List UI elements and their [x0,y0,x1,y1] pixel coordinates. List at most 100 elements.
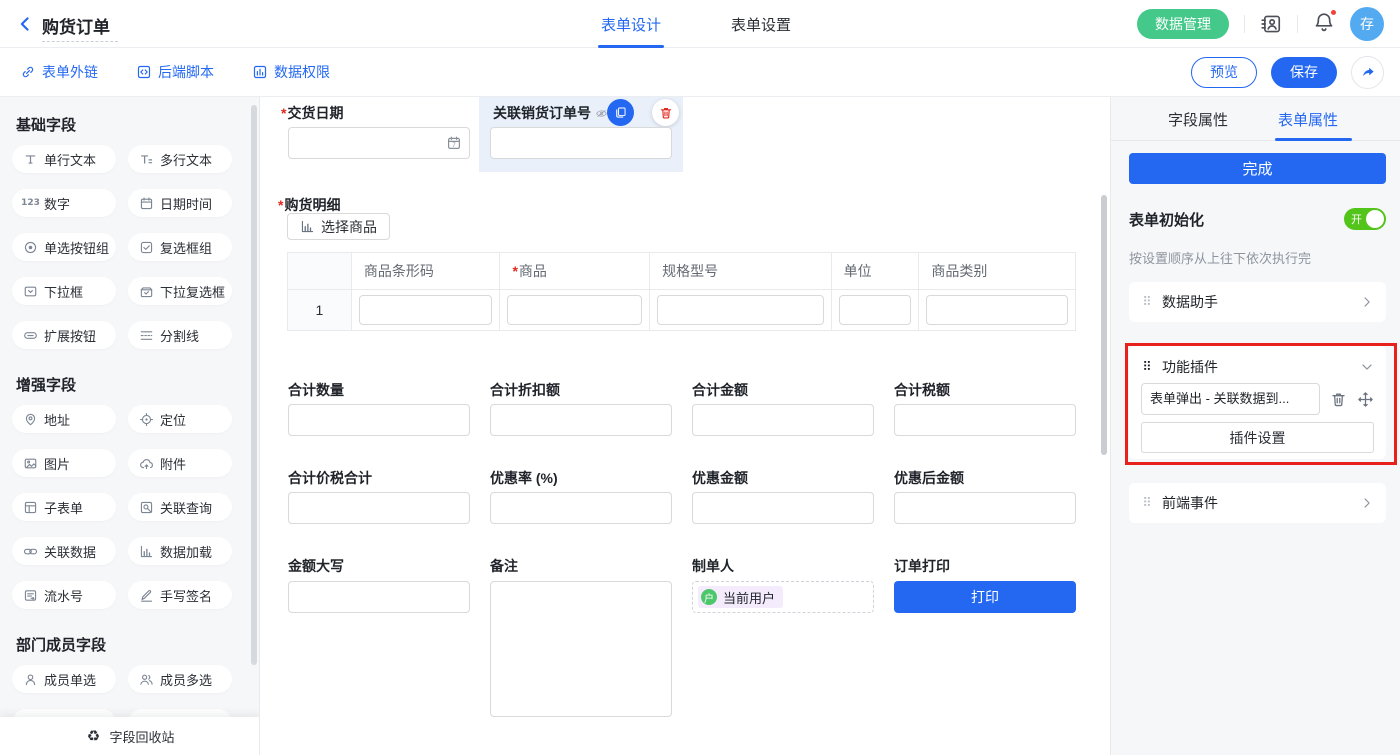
datetime-icon [139,196,154,211]
delivery-date-input[interactable] [288,127,470,159]
amount-words-input[interactable] [288,581,470,613]
sidebar-item-divider[interactable]: 分割线 [128,321,232,349]
total-amount-input[interactable] [692,404,874,436]
tab-form-design[interactable]: 表单设计 [601,14,661,35]
total-qty-input[interactable] [288,404,470,436]
card-data-assistant[interactable]: ⠿ 数据助手 [1129,282,1386,322]
sidebar-item-multi-text[interactable]: 多行文本 [128,145,232,173]
category-input[interactable] [926,295,1068,325]
sidebar-item-serial-number[interactable]: 流水号 [12,581,116,609]
sidebar-item-attachment[interactable]: 附件 [128,449,232,477]
backend-script-link[interactable]: 后端脚本 [136,62,214,82]
chevron-right-icon[interactable] [1360,295,1374,309]
sidebar-item-member-single[interactable]: 成员单选 [12,665,116,693]
form-external-link[interactable]: 表单外链 [20,62,98,82]
creator-field[interactable]: 户 当前用户 [692,581,874,613]
copy-field-button[interactable] [607,99,634,126]
sidebar-item-multiselect[interactable]: 下拉复选框 [128,277,232,305]
sidebar-item-single-text[interactable]: 单行文本 [12,145,116,173]
item-label: 复选框组 [160,238,212,257]
data-permission-link[interactable]: 数据权限 [252,62,330,82]
select-product-label: 选择商品 [321,217,377,237]
tab-field-properties[interactable]: 字段属性 [1168,109,1228,130]
back-icon[interactable] [16,15,34,33]
plugin-delete-icon[interactable] [1330,391,1347,408]
sidebar-item-address[interactable]: 地址 [12,405,116,433]
sidebar-item-datetime[interactable]: 日期时间 [128,189,232,217]
toggle-on-label: 开 [1351,211,1362,227]
spec-input[interactable] [657,295,824,325]
product-input[interactable] [507,295,642,325]
item-label: 扩展按钮 [44,326,96,345]
plugin-card-header[interactable]: ⠿ 功能插件 [1141,355,1374,379]
sidebar-item-linked-query[interactable]: 关联查询 [128,493,232,521]
drag-handle-icon[interactable]: ⠿ [1141,294,1153,310]
barcode-input[interactable] [359,295,493,325]
plugin-value[interactable]: 表单弹出 - 关联数据到... [1141,383,1320,415]
member-multi-icon [139,672,154,687]
chevron-right-icon[interactable] [1360,496,1374,510]
sidebar-item-subform[interactable]: 子表单 [12,493,116,521]
field-recycle-bin[interactable]: ♻ 字段回收站 [0,717,260,755]
unit-input[interactable] [839,295,912,325]
tab-form-settings[interactable]: 表单设置 [731,14,791,35]
sidebar-scrollbar[interactable] [251,105,257,665]
sidebar-item-signature[interactable]: 手写签名 [128,581,232,609]
select-product-button[interactable]: 选择商品 [287,213,390,240]
col-barcode[interactable]: 商品条形码 [352,252,501,289]
sidebar-item-radio-group[interactable]: 单选按钮组 [12,233,116,261]
done-button[interactable]: 完成 [1129,153,1386,184]
item-label: 定位 [160,410,186,429]
discount-rate-input[interactable] [490,492,672,524]
save-button[interactable]: 保存 [1271,57,1337,88]
col-product[interactable]: *商品 [500,252,650,289]
canvas-scrollbar[interactable] [1101,195,1107,455]
col-unit[interactable]: 单位 [832,252,920,289]
sidebar-item-data-load[interactable]: 数据加载 [128,537,232,565]
tab-form-properties[interactable]: 表单属性 [1278,109,1338,130]
avatar[interactable]: 存 [1350,7,1384,41]
total-tax-input[interactable] [894,404,1076,436]
notification-bell-icon[interactable] [1313,11,1335,38]
card-function-plugin[interactable]: ⠿ 功能插件 表单弹出 - 关联数据到... 插件设置 [1129,346,1386,459]
sidebar-item-image[interactable]: 图片 [12,449,116,477]
subform-icon [23,500,38,515]
drag-handle-icon[interactable]: ⠿ [1141,495,1153,511]
card-label: 前端事件 [1162,493,1351,513]
plugin-move-icon[interactable] [1357,391,1374,408]
item-label: 成员单选 [44,670,96,689]
sidebar-item-select[interactable]: 下拉框 [12,277,116,305]
calendar-icon[interactable]: 7 [446,135,462,151]
sidebar-item-extend-button[interactable]: 扩展按钮 [12,321,116,349]
col-spec[interactable]: 规格型号 [650,252,832,289]
share-button[interactable] [1351,56,1384,89]
divider-icon [139,328,154,343]
chevron-down-icon[interactable] [1360,360,1374,374]
sidebar-item-member-multi[interactable]: 成员多选 [128,665,232,693]
linked-order-input[interactable] [490,127,672,159]
total-discount-input[interactable] [490,404,672,436]
col-category[interactable]: 商品类别 [919,252,1075,289]
after-discount-input[interactable] [894,492,1076,524]
drag-handle-icon[interactable]: ⠿ [1141,359,1153,375]
data-manage-button[interactable]: 数据管理 [1137,9,1229,39]
form-designer-app: 购货订单 表单设计 表单设置 数据管理 存 表单外链 [0,0,1400,755]
remark-textarea[interactable] [490,581,672,717]
page-title[interactable]: 购货订单 [42,13,110,38]
trash-icon [659,106,673,120]
preview-button[interactable]: 预览 [1191,57,1257,88]
form-init-toggle[interactable]: 开 [1344,208,1386,230]
contacts-icon[interactable] [1260,13,1282,35]
sidebar-item-checkbox-group[interactable]: 复选框组 [128,233,232,261]
plugin-settings-button[interactable]: 插件设置 [1141,422,1374,453]
sidebar-item-number[interactable]: 123数字 [12,189,116,217]
total-with-tax-input[interactable] [288,492,470,524]
print-button[interactable]: 打印 [894,581,1076,613]
sidebar-item-location[interactable]: 定位 [128,405,232,433]
delete-field-button[interactable] [652,99,679,126]
discount-amount-input[interactable] [692,492,874,524]
card-frontend-event[interactable]: ⠿ 前端事件 [1129,483,1386,523]
sidebar-item-linked-data[interactable]: 关联数据 [12,537,116,565]
remark-label: 备注 [490,556,518,576]
item-label: 流水号 [44,586,83,605]
